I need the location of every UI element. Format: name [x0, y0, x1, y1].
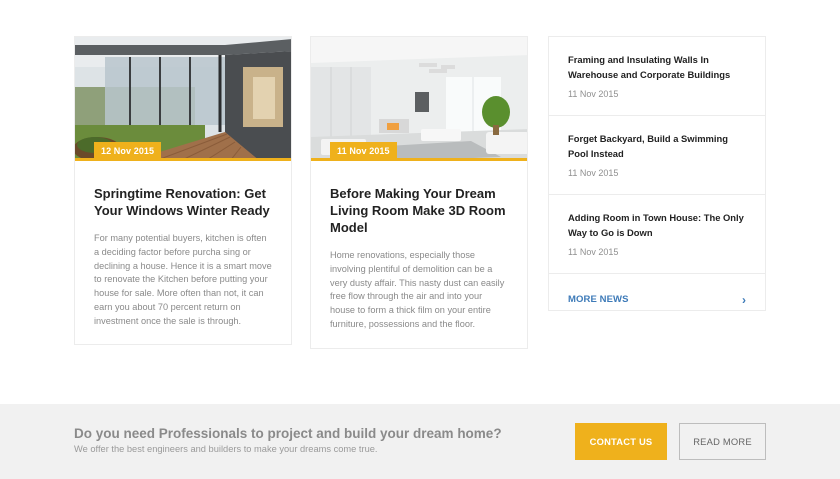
post-excerpt: Home renovations, especially those invol…: [330, 250, 505, 329]
news-title[interactable]: Framing and Insulating Walls In Warehous…: [568, 53, 746, 82]
news-title[interactable]: Forget Backyard, Build a Swimming Pool I…: [568, 132, 746, 161]
post-image-modern-house[interactable]: 12 Nov 2015: [75, 37, 291, 161]
news-date: 11 Nov 2015: [568, 247, 619, 257]
read-more-button[interactable]: READ MORE: [679, 423, 766, 460]
blog-post-card[interactable]: 11 Nov 2015 Before Making Your Dream Liv…: [310, 36, 528, 349]
blog-post-card[interactable]: 12 Nov 2015 Springtime Renovation: Get Y…: [74, 36, 292, 345]
news-date: 11 Nov 2015: [568, 89, 619, 99]
news-item[interactable]: Framing and Insulating Walls In Warehous…: [549, 37, 765, 116]
post-image-living-room[interactable]: 11 Nov 2015: [311, 37, 527, 161]
cta-subtitle: We offer the best engineers and builders…: [74, 444, 378, 454]
post-title[interactable]: Springtime Renovation: Get Your Windows …: [94, 185, 272, 219]
more-news-label[interactable]: MORE NEWS: [568, 294, 629, 305]
news-item[interactable]: Forget Backyard, Build a Swimming Pool I…: [549, 116, 765, 195]
news-list: Framing and Insulating Walls In Warehous…: [548, 36, 766, 311]
more-news-link[interactable]: MORE NEWS ›: [549, 274, 765, 311]
post-excerpt: For many potential buyers, kitchen is of…: [94, 233, 272, 326]
cta-banner: Do you need Professionals to project and…: [0, 404, 840, 479]
cta-title: Do you need Professionals to project and…: [74, 426, 502, 441]
news-title[interactable]: Adding Room in Town House: The Only Way …: [568, 211, 746, 240]
post-title[interactable]: Before Making Your Dream Living Room Mak…: [330, 185, 508, 236]
news-date: 11 Nov 2015: [568, 168, 619, 178]
contact-us-button[interactable]: CONTACT US: [575, 423, 667, 460]
news-item[interactable]: Adding Room in Town House: The Only Way …: [549, 195, 765, 274]
chevron-right-icon[interactable]: ›: [742, 294, 746, 306]
